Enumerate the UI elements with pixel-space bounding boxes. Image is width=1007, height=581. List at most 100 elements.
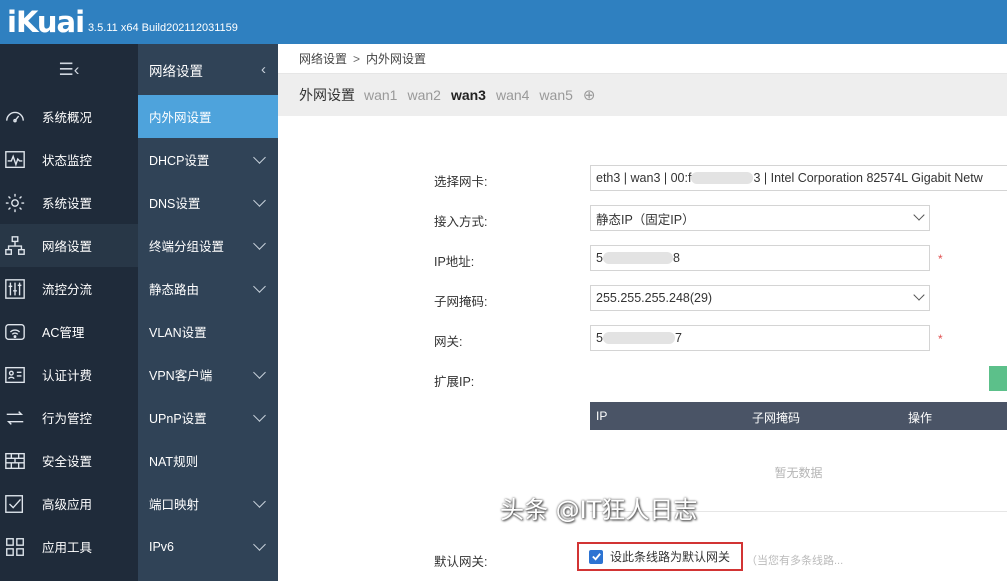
nav-item-overview[interactable]: 系统概况 [0,95,138,138]
chevron-down-icon [913,209,925,221]
sliders-icon [1,278,29,300]
nav-label: 安全设置 [42,455,93,469]
nav-item-security[interactable]: 安全设置 [0,439,138,482]
nav-item-advanced[interactable]: 高级应用 [0,482,138,525]
chevron-down-icon [253,365,266,379]
menu-collapse-icon[interactable]: ☰‹ [0,44,138,95]
nav-label: 状态监控 [42,154,93,168]
subnav-item-nat[interactable]: NAT规则 [138,439,278,482]
subnav-item-vlan[interactable]: VLAN设置 [138,310,278,353]
required-mark: * [938,332,943,346]
subnav-label: 端口映射 [149,498,200,512]
chevron-down-icon [253,236,266,250]
subnav-label: NAT规则 [149,455,199,469]
chevron-down-icon [253,279,266,293]
nav-item-ac[interactable]: AC管理 [0,310,138,353]
ext-ip-label: 扩展IP: [434,375,475,389]
nic-value-end: 3 | Intel Corporation 82574L Gigabit Net… [753,171,983,185]
ext-ip-table-header: IP 子网掩码 操作 [590,402,1007,430]
apps-icon [1,536,29,558]
gateway-value-end: 7 [674,331,682,345]
app-root: iKuai 3.5.11 x64 Build202112031159 ☰‹ 系统… [0,0,1007,581]
subnav-item-ipv6[interactable]: IPv6 [138,525,278,568]
subnav-item-lan-wan[interactable]: 内外网设置 [138,95,278,138]
tab-wan3[interactable]: wan3 [451,87,486,103]
wan-tabs: 外网设置 wan1 wan2 wan3 wan4 wan5 ⊕ [278,74,1007,116]
nav-label: 网络设置 [42,240,93,254]
chevron-down-icon [253,537,266,551]
col-mask: 子网掩码 [752,411,801,425]
subnav-title: 网络设置 [149,63,203,79]
access-mode-label: 接入方式: [434,215,488,229]
default-gateway-checkbox[interactable]: 设此条线路为默认网关 [577,542,743,571]
breadcrumb-parent[interactable]: 网络设置 [299,50,347,67]
nav-label: 行为管控 [42,412,93,426]
add-tab-icon[interactable]: ⊕ [583,86,596,104]
default-gateway-text: 设此条线路为默认网关 [610,550,731,564]
subnav-item-port-mapping[interactable]: 端口映射 [138,482,278,525]
nav-item-tools[interactable]: 应用工具 [0,525,138,568]
nav-item-flow[interactable]: 流控分流 [0,267,138,310]
tab-wan-settings[interactable]: 外网设置 [299,85,355,105]
version-text: 3.5.11 x64 Build202112031159 [88,22,238,34]
monitor-icon [1,149,29,171]
subnav-item-vpn-client[interactable]: VPN客户端 [138,353,278,396]
ip-value-start: 5 [596,251,603,265]
gateway-input[interactable]: 5 7 [590,325,930,351]
redacted-mask [602,252,673,264]
arrows-icon [1,407,29,429]
nav-item-system[interactable]: 系统设置 [0,181,138,224]
subnav-label: 终端分组设置 [149,240,225,254]
subnav-label: 内外网设置 [149,111,212,125]
network-icon [1,235,29,257]
ip-value-end: 8 [672,251,680,265]
secondary-nav: 网络设置 ‹ 内外网设置 DHCP设置 DNS设置 终端分组设置 静态路由 VL… [138,44,278,581]
chevron-down-icon [253,150,266,164]
access-mode-select[interactable]: 静态IP（固定IP） [590,205,930,231]
checkbox-checked-icon[interactable] [589,549,603,564]
wifi-icon [1,321,29,343]
breadcrumb-separator: > [353,51,361,66]
empty-state: 暂无数据 [774,466,823,480]
subnav-label: UPnP设置 [149,412,207,426]
chevron-left-icon[interactable]: ‹ [261,61,266,78]
subnav-label: DHCP设置 [149,154,210,168]
nic-value-start: eth3 | wan3 | 00:f [596,171,692,185]
dashboard-icon [1,106,29,128]
mask-label: 子网掩码: [434,295,488,309]
nav-item-monitor[interactable]: 状态监控 [0,138,138,181]
nic-label: 选择网卡: [434,175,488,189]
subnav-item-static-route[interactable]: 静态路由 [138,267,278,310]
nav-label: 认证计费 [42,369,93,383]
nic-select[interactable]: eth3 | wan3 | 00:f 3 | Intel Corporation… [590,165,1007,191]
tab-wan4[interactable]: wan4 [496,87,529,103]
add-ext-ip-button[interactable] [989,366,1007,391]
gateway-value-start: 5 [596,331,603,345]
breadcrumb: 网络设置 > 内外网设置 [278,44,1007,74]
nav-label: 系统设置 [42,197,93,211]
subnav-item-dhcp[interactable]: DHCP设置 [138,138,278,181]
nav-label: 系统概况 [42,111,93,125]
nav-item-network[interactable]: 网络设置 [0,224,138,267]
subnav-header: 网络设置 ‹ [138,44,278,95]
subnav-label: DNS设置 [149,197,201,211]
chevron-down-icon [253,193,266,207]
tab-wan2[interactable]: wan2 [407,87,440,103]
subnav-item-upnp[interactable]: UPnP设置 [138,396,278,439]
nav-item-auth[interactable]: 认证计费 [0,353,138,396]
tab-wan1[interactable]: wan1 [364,87,397,103]
subnav-item-dns[interactable]: DNS设置 [138,181,278,224]
nav-item-behavior[interactable]: 行为管控 [0,396,138,439]
subnav-label: IPv6 [149,539,175,554]
tab-wan5[interactable]: wan5 [539,87,572,103]
gateway-label: 网关: [434,335,463,349]
top-bar: iKuai 3.5.11 x64 Build202112031159 [0,0,1007,44]
subnav-item-terminal-group[interactable]: 终端分组设置 [138,224,278,267]
ip-input[interactable]: 5 8 [590,245,930,271]
col-ip: IP [596,409,608,423]
required-mark: * [938,252,943,266]
nav-label: AC管理 [42,326,85,340]
mask-select[interactable]: 255.255.255.248(29) [590,285,930,311]
mask-value: 255.255.255.248(29) [596,291,713,305]
chevron-down-icon [913,289,925,301]
